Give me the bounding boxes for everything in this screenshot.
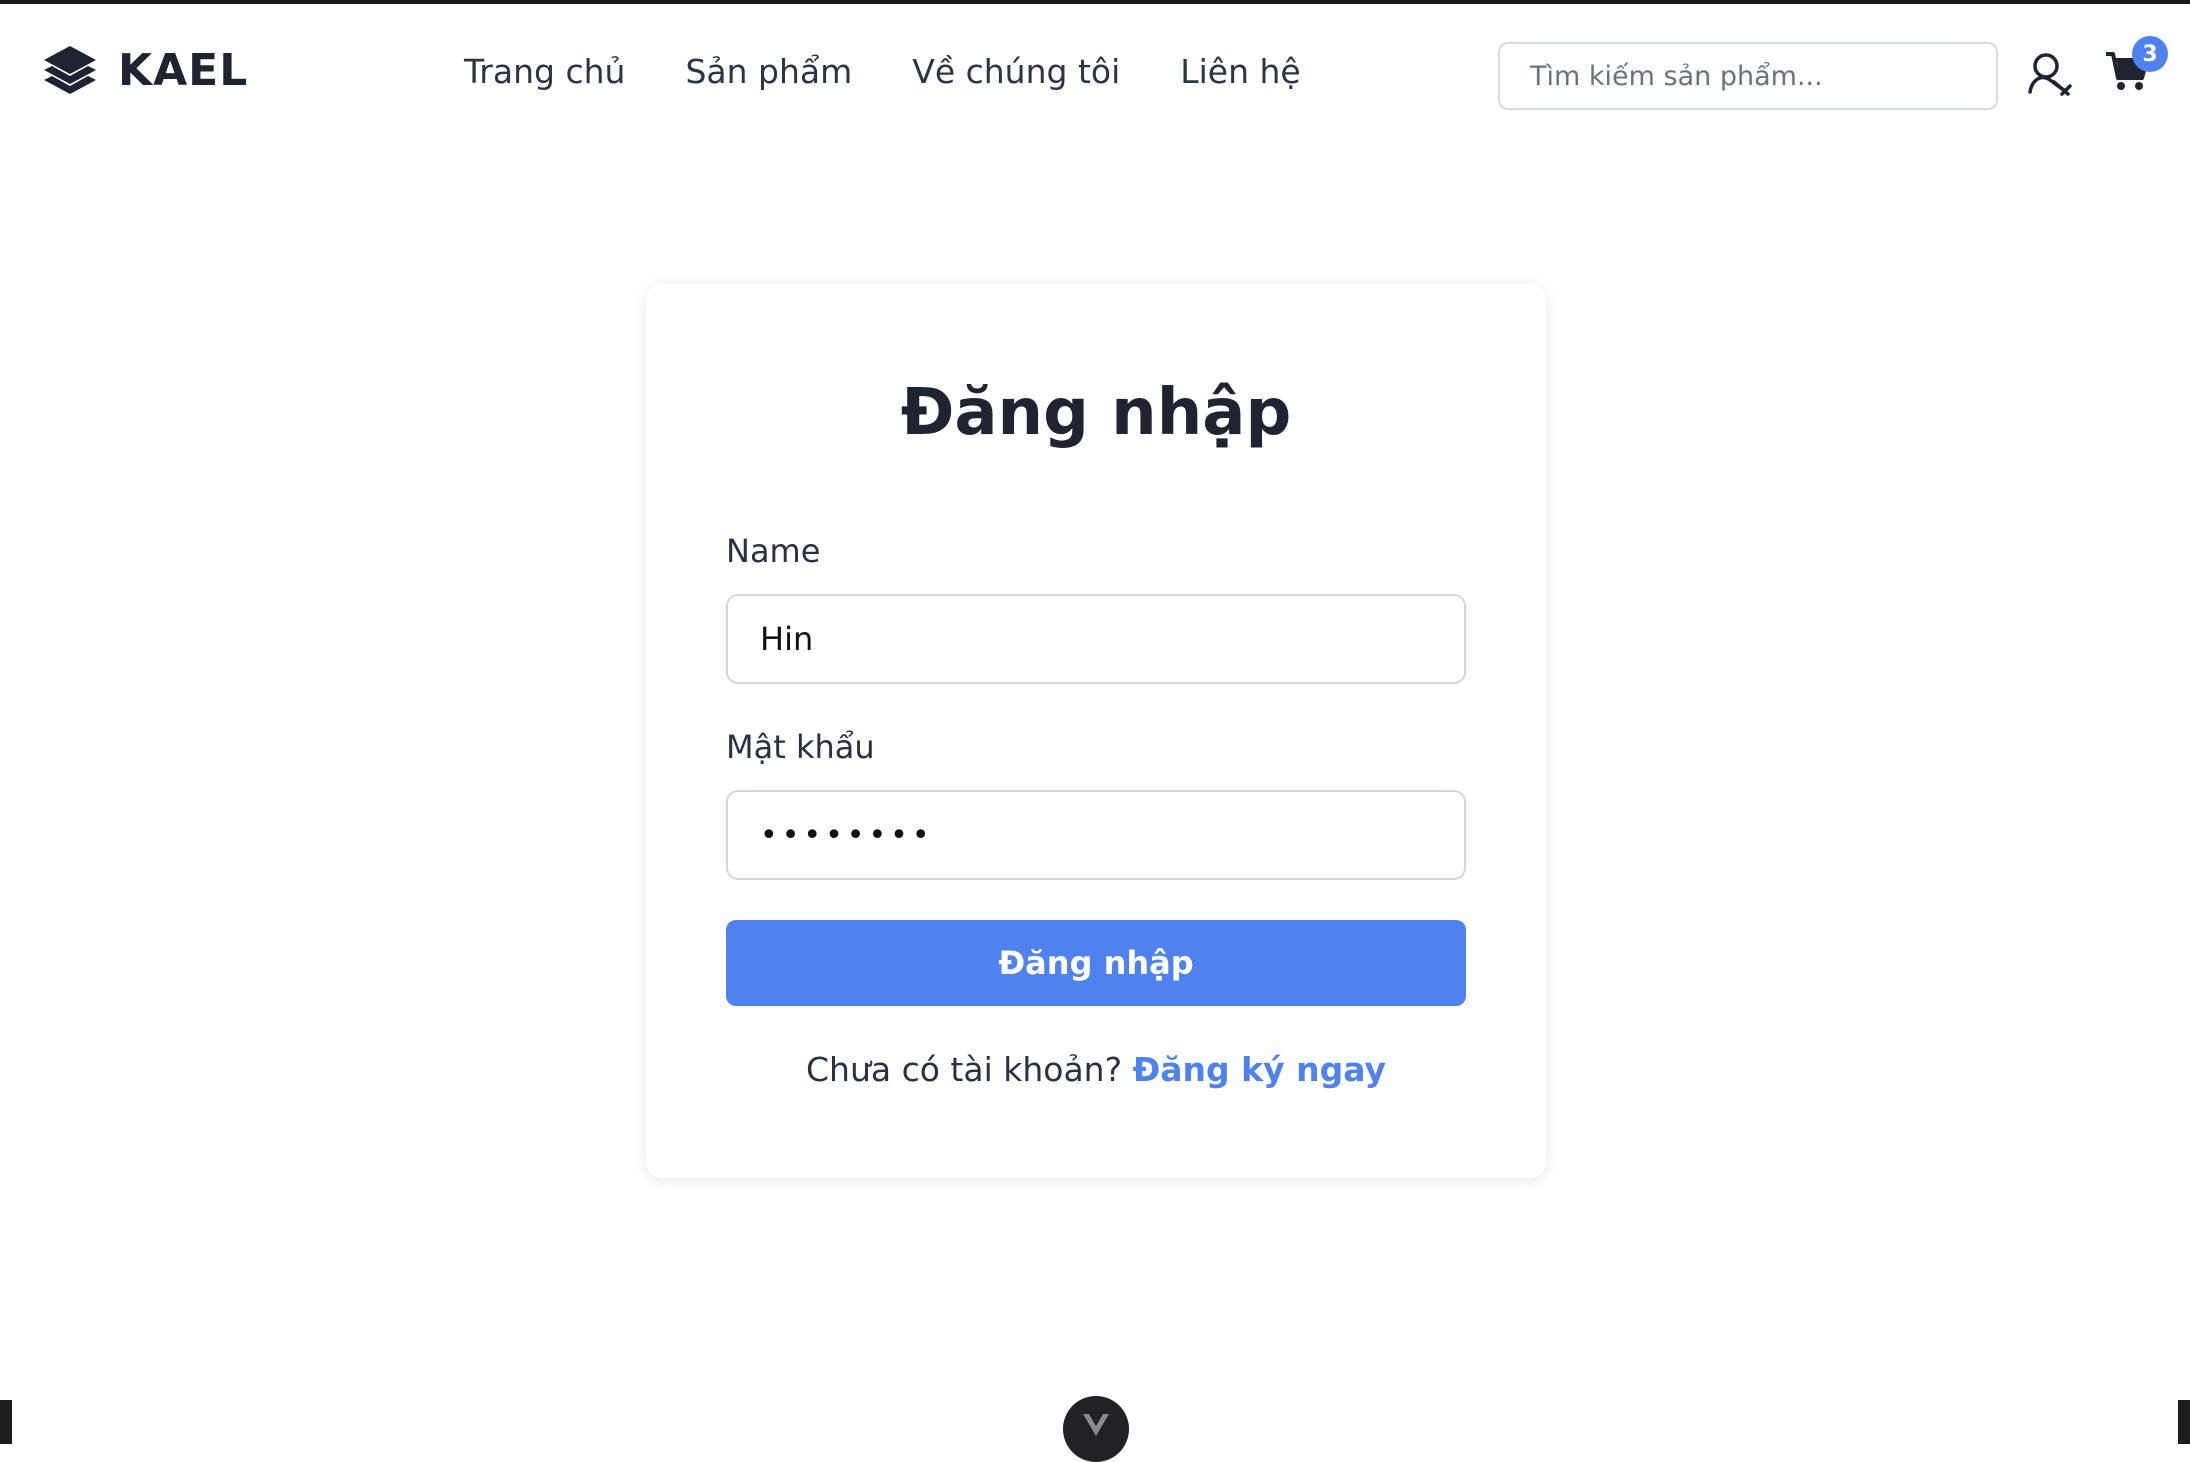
- password-field[interactable]: ••••••••: [726, 790, 1466, 880]
- page-title: Đăng nhập: [900, 376, 1292, 450]
- login-card: Đăng nhập Name Hin Mật khẩu •••••••• Đăn…: [646, 284, 1546, 1178]
- cart-count-badge: 3: [2132, 36, 2168, 72]
- brand-logo[interactable]: KAEL: [42, 42, 248, 98]
- nav-item-about[interactable]: Về chúng tôi: [912, 52, 1120, 91]
- nav-item-products[interactable]: Sản phẩm: [685, 52, 852, 91]
- nav-item-home[interactable]: Trang chủ: [464, 52, 625, 91]
- window-frame-left: [0, 1400, 12, 1444]
- password-field-value: ••••••••: [760, 817, 934, 853]
- login-button[interactable]: Đăng nhập: [726, 920, 1466, 1006]
- name-field[interactable]: Hin: [726, 594, 1466, 684]
- nav-item-contact[interactable]: Liên hệ: [1180, 52, 1300, 91]
- search-input[interactable]: [1498, 42, 1998, 110]
- no-account-text: Chưa có tài khoản?: [806, 1050, 1123, 1089]
- name-field-value: Hin: [760, 620, 814, 658]
- main-nav: Trang chủ Sản phẩm Về chúng tôi Liên hệ: [464, 52, 1301, 91]
- register-prompt: Chưa có tài khoản? Đăng ký ngay: [646, 1050, 1546, 1089]
- name-label: Name: [726, 532, 821, 570]
- vue-devtools-icon: [1083, 1414, 1109, 1436]
- register-link[interactable]: Đăng ký ngay: [1133, 1050, 1386, 1089]
- user-icon[interactable]: [2024, 48, 2074, 98]
- brand-name: KAEL: [118, 44, 249, 96]
- layers-icon: [44, 46, 96, 94]
- cart-button[interactable]: 3: [2104, 36, 2168, 96]
- vue-devtools-button[interactable]: [1063, 1396, 1129, 1462]
- window-frame-right: [2178, 1400, 2190, 1444]
- password-label: Mật khẩu: [726, 728, 875, 766]
- site-header: KAEL Trang chủ Sản phẩm Về chúng tôi Liê…: [0, 4, 2190, 140]
